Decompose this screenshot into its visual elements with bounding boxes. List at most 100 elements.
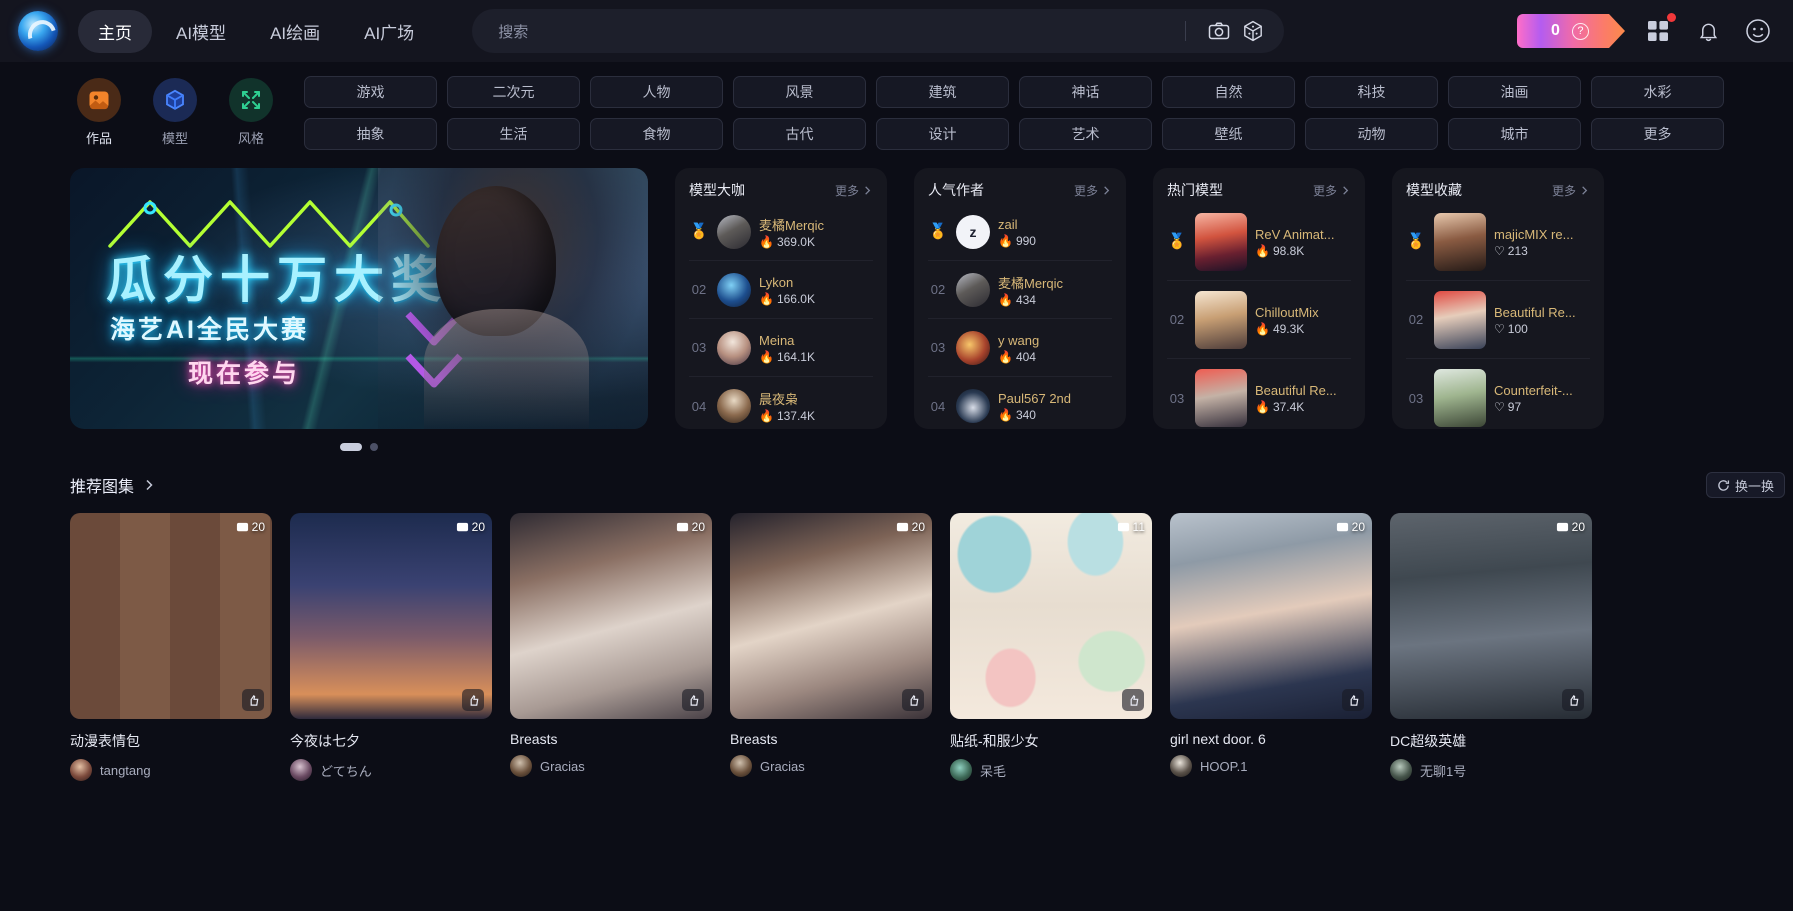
card-thumbnail[interactable]: 11 <box>950 513 1152 719</box>
rank-stat: 🔥 98.8K <box>1255 244 1351 258</box>
like-button[interactable] <box>1562 689 1584 711</box>
like-button[interactable] <box>682 689 704 711</box>
search-bar[interactable]: 搜索 <box>472 9 1285 53</box>
card-thumbnail[interactable]: 20 <box>290 513 492 719</box>
panel-more-link[interactable]: 更多 <box>1552 182 1590 199</box>
chevron-right-icon <box>1104 185 1110 195</box>
rank-row[interactable]: 🏅 ReV Animat... 🔥 98.8K <box>1167 203 1351 281</box>
nav-item-home[interactable]: 主页 <box>78 9 152 53</box>
like-button[interactable] <box>242 689 264 711</box>
refresh-button[interactable]: 换一换 <box>1705 472 1785 498</box>
promo-banner[interactable]: 瓜分十万大奖 海艺AI全民大赛 现在参与 <box>70 168 648 429</box>
banner-cta-text[interactable]: 现在参与 <box>188 354 300 390</box>
rank-stat: 🔥 369.0K <box>759 235 873 249</box>
image-card[interactable]: 20 Breasts Gracias <box>730 513 932 781</box>
card-author[interactable]: どてちん <box>290 759 492 781</box>
like-button[interactable] <box>1122 689 1144 711</box>
recommend-title-link[interactable]: 推荐图集 <box>70 473 156 497</box>
panel-more-link[interactable]: 更多 <box>1074 182 1112 199</box>
category-chip[interactable]: 设计 <box>876 118 1009 150</box>
panel-more-link[interactable]: 更多 <box>1313 182 1351 199</box>
avatar <box>717 389 751 423</box>
rank-row[interactable]: 03 Beautiful Re... 🔥 37.4K <box>1167 359 1351 429</box>
card-author[interactable]: Gracias <box>510 755 712 777</box>
category-chip[interactable]: 风景 <box>733 76 866 108</box>
card-author[interactable]: 无聊1号 <box>1390 759 1592 781</box>
category-chip[interactable]: 神话 <box>1019 76 1152 108</box>
category-chip[interactable]: 自然 <box>1162 76 1295 108</box>
nav-item-ai-draw[interactable]: AI绘画 <box>250 10 340 53</box>
card-author[interactable]: Gracias <box>730 755 932 777</box>
category-chip[interactable]: 建筑 <box>876 76 1009 108</box>
camera-icon[interactable] <box>1202 14 1236 48</box>
category-chip[interactable]: 食物 <box>590 118 723 150</box>
cube-model-icon <box>153 78 197 122</box>
energy-help-icon[interactable]: ? <box>1572 23 1589 40</box>
panel-more-link[interactable]: 更多 <box>835 182 873 199</box>
rank-row[interactable]: 03 y wang 🔥 404 <box>928 319 1112 377</box>
category-chip[interactable]: 游戏 <box>304 76 437 108</box>
image-card[interactable]: 11 贴纸-和服少女 呆毛 <box>950 513 1152 781</box>
rank-stat-value: 990 <box>1015 233 1036 248</box>
image-card[interactable]: 20 Breasts Gracias <box>510 513 712 781</box>
category-chip[interactable]: 人物 <box>590 76 723 108</box>
category-chip[interactable]: 壁纸 <box>1162 118 1295 150</box>
category-chip[interactable]: 古代 <box>733 118 866 150</box>
carousel-dot-2[interactable] <box>370 443 378 451</box>
rank-row[interactable]: 04 晨夜枭 🔥 137.4K <box>689 377 873 429</box>
rank-row[interactable]: 02 Beautiful Re... ♡ 100 <box>1406 281 1590 359</box>
image-card[interactable]: 20 动漫表情包 tangtang <box>70 513 272 781</box>
like-button[interactable] <box>902 689 924 711</box>
flame-icon: 🔥 <box>998 408 1013 422</box>
rank-row[interactable]: 03 Meina 🔥 164.1K <box>689 319 873 377</box>
card-author[interactable]: tangtang <box>70 759 272 781</box>
card-thumbnail[interactable]: 20 <box>70 513 272 719</box>
rank-row[interactable]: 02 ChilloutMix 🔥 49.3K <box>1167 281 1351 359</box>
liblib-swirl-logo[interactable] <box>18 11 58 51</box>
category-chip[interactable]: 水彩 <box>1591 76 1724 108</box>
energy-balance-badge[interactable]: ⚡ 0 ? <box>1517 14 1625 48</box>
rank-row[interactable]: 🏅 majicMIX re... ♡ 213 <box>1406 203 1590 281</box>
rank-row[interactable]: 02 Lykon 🔥 166.0K <box>689 261 873 319</box>
rank-row[interactable]: 04 Paul567 2nd 🔥 340 <box>928 377 1112 429</box>
nav-item-ai-model[interactable]: AI模型 <box>156 10 246 53</box>
category-chip[interactable]: 城市 <box>1448 118 1581 150</box>
grid-apps-icon[interactable] <box>1641 13 1676 48</box>
like-button[interactable] <box>462 689 484 711</box>
recommend-title: 推荐图集 <box>70 479 135 496</box>
card-thumbnail[interactable]: 20 <box>730 513 932 719</box>
mode-artwork[interactable]: 作品 <box>70 78 128 147</box>
image-card[interactable]: 20 DC超级英雄 无聊1号 <box>1390 513 1592 781</box>
card-author[interactable]: HOOP.1 <box>1170 755 1372 777</box>
dice-3d-cube-icon[interactable] <box>1236 14 1270 48</box>
category-chip[interactable]: 二次元 <box>447 76 580 108</box>
carousel-dot-1[interactable] <box>340 443 362 451</box>
image-card[interactable]: 20 girl next door. 6 HOOP.1 <box>1170 513 1372 781</box>
category-chip-more[interactable]: 更多 <box>1591 118 1724 150</box>
category-chip[interactable]: 科技 <box>1305 76 1438 108</box>
category-chip[interactable]: 油画 <box>1448 76 1581 108</box>
user-avatar-icon[interactable] <box>1741 14 1775 48</box>
category-chip[interactable]: 生活 <box>447 118 580 150</box>
card-thumbnail[interactable]: 20 <box>1170 513 1372 719</box>
mode-model[interactable]: 模型 <box>146 78 204 147</box>
rank-row[interactable]: 🏅 麦橘Merqic 🔥 369.0K <box>689 203 873 261</box>
mode-style[interactable]: 风格 <box>222 78 280 147</box>
card-author[interactable]: 呆毛 <box>950 759 1152 781</box>
card-thumbnail[interactable]: 20 <box>1390 513 1592 719</box>
rank-row[interactable]: 02 麦橘Merqic 🔥 434 <box>928 261 1112 319</box>
nav-item-ai-plaza[interactable]: AI广场 <box>344 10 434 53</box>
bell-icon[interactable] <box>1691 14 1725 48</box>
chevron-right-icon <box>1582 185 1588 195</box>
category-chip[interactable]: 抽象 <box>304 118 437 150</box>
search-input[interactable]: 搜索 <box>498 21 1179 42</box>
image-card[interactable]: 20 今夜は七夕 どてちん <box>290 513 492 781</box>
like-button[interactable] <box>1342 689 1364 711</box>
card-title: 动漫表情包 <box>70 733 140 749</box>
card-thumbnail[interactable]: 20 <box>510 513 712 719</box>
thumbs-up-icon <box>1350 694 1358 706</box>
rank-row[interactable]: 🏅 z zail 🔥 990 <box>928 203 1112 261</box>
rank-row[interactable]: 03 Counterfeit-... ♡ 97 <box>1406 359 1590 429</box>
category-chip[interactable]: 动物 <box>1305 118 1438 150</box>
category-chip[interactable]: 艺术 <box>1019 118 1152 150</box>
